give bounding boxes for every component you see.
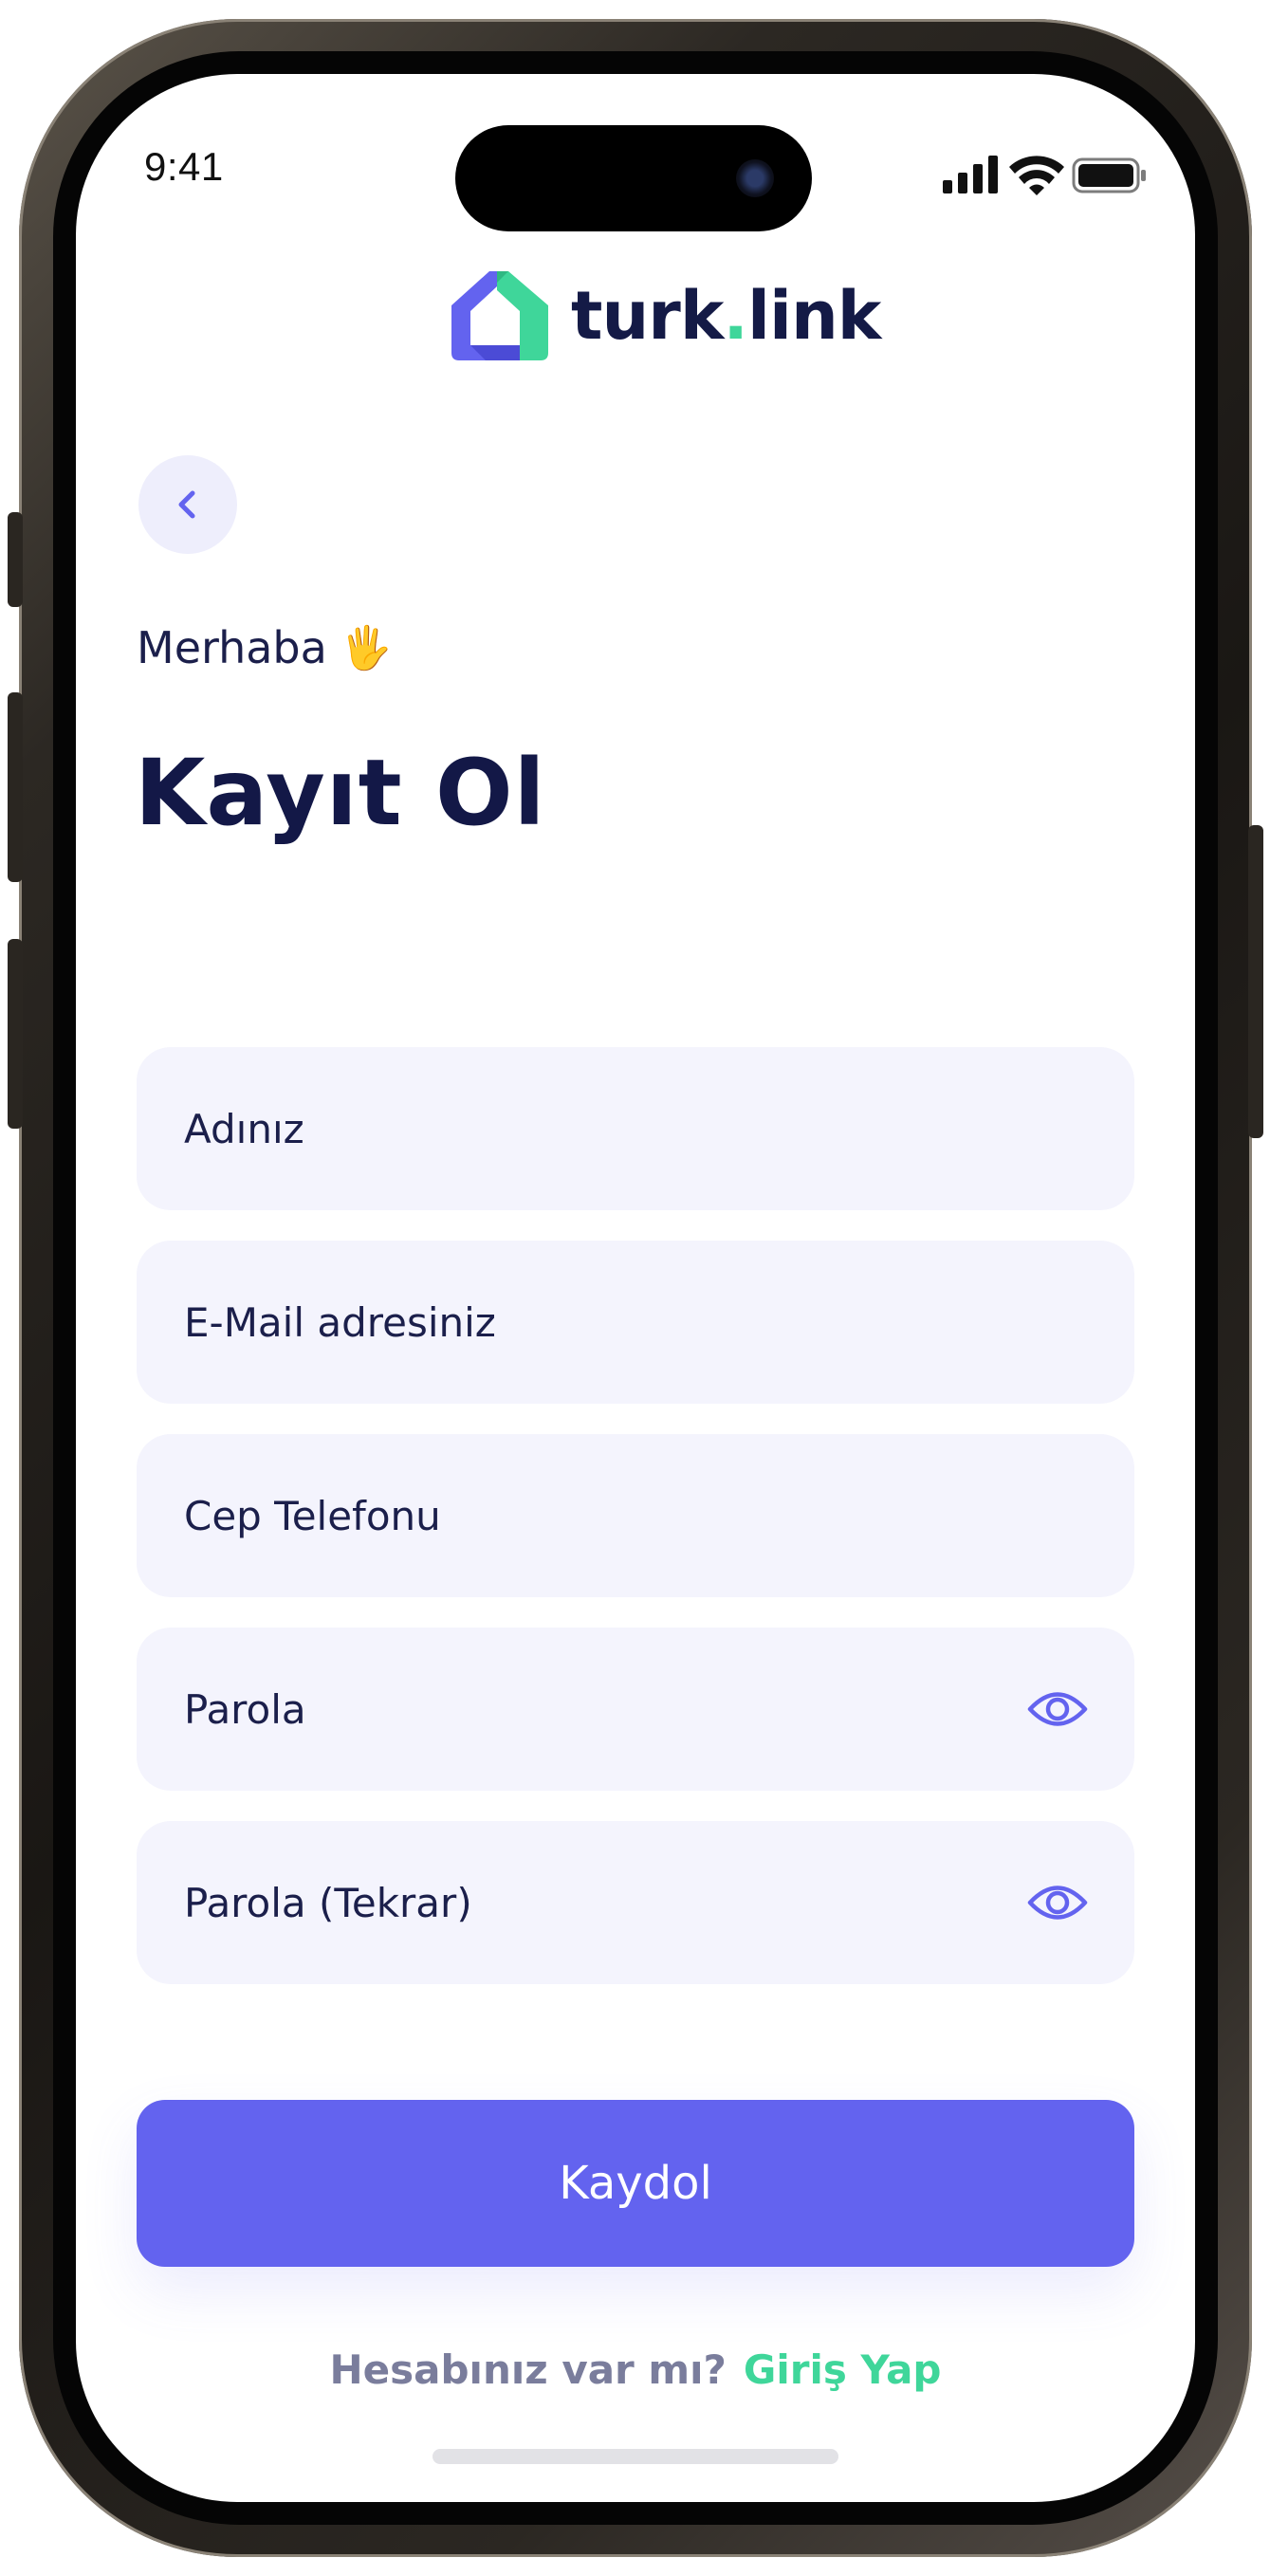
phone-frame: 9:41 turk . link Merhaba 🖐 Kayıt Ol Adın… — [19, 19, 1252, 2557]
page-title: Kayıt Ol — [135, 740, 546, 846]
front-camera — [736, 159, 774, 197]
greeting: Merhaba 🖐 — [137, 622, 393, 673]
brand-name-dot: . — [723, 277, 748, 355]
phone-field[interactable] — [137, 1434, 1134, 1597]
back-button[interactable] — [138, 455, 237, 554]
wifi-icon — [1009, 156, 1064, 195]
power-button — [1248, 825, 1263, 1138]
status-time: 9:41 — [144, 144, 224, 189]
phone-input[interactable] — [182, 1491, 1089, 1540]
email-field[interactable] — [137, 1241, 1134, 1404]
brand-name-main: turk — [571, 277, 724, 355]
password-field[interactable] — [137, 1628, 1134, 1791]
status-icons — [943, 156, 1146, 195]
dynamic-island — [455, 125, 812, 231]
name-field[interactable] — [137, 1047, 1134, 1210]
chevron-left-icon — [178, 490, 195, 519]
volume-down-button — [8, 939, 23, 1129]
brand-name-tld: link — [746, 277, 881, 355]
battery-icon — [1072, 157, 1146, 193]
signin-question: Hesabınız var mı? — [329, 2346, 727, 2393]
cellular-signal-icon — [943, 156, 998, 193]
signin-prompt: Hesabınız var mı? Giriş Yap — [76, 2346, 1195, 2393]
app-screen: 9:41 turk . link Merhaba 🖐 Kayıt Ol Adın… — [76, 74, 1195, 2502]
register-button[interactable]: Kaydol — [137, 2100, 1134, 2267]
password-repeat-field[interactable] — [137, 1821, 1134, 1984]
home-indicator[interactable] — [433, 2449, 838, 2464]
greeting-text: Merhaba — [137, 622, 327, 673]
brand-wordmark: turk. link — [571, 277, 881, 355]
waving-hand-icon: 🖐 — [340, 624, 393, 672]
email-input[interactable] — [182, 1297, 1089, 1347]
brand-logo: turk. link — [446, 264, 881, 368]
silent-switch — [8, 512, 23, 607]
house-logo-icon — [451, 271, 548, 360]
password-repeat-input[interactable] — [182, 1878, 1026, 1927]
eye-icon[interactable] — [1026, 1881, 1089, 1924]
eye-icon[interactable] — [1026, 1687, 1089, 1731]
password-input[interactable] — [182, 1684, 1026, 1734]
volume-up-button — [8, 692, 23, 882]
name-input[interactable] — [182, 1104, 1089, 1153]
signin-link[interactable]: Giriş Yap — [744, 2346, 942, 2393]
